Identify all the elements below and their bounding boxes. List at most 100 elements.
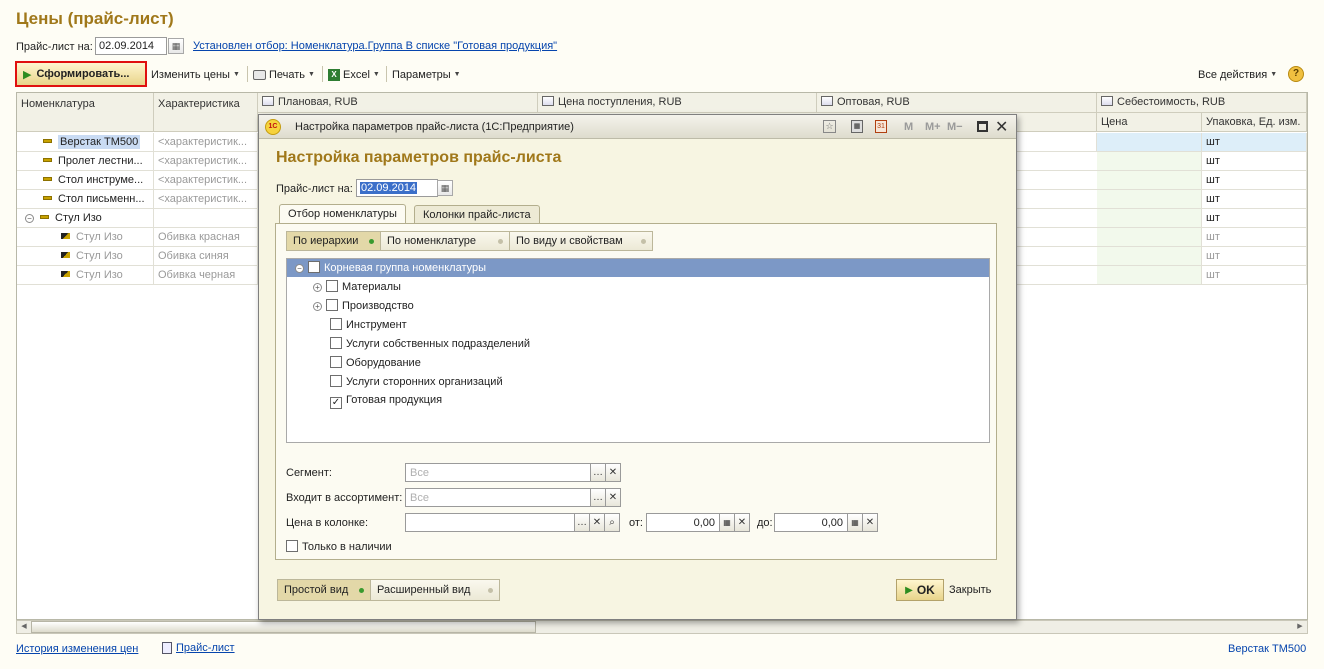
header-package[interactable]: Упаковка, Ед. изм.: [1202, 113, 1307, 132]
close-button[interactable]: Закрыть: [949, 584, 991, 596]
memory-m-button[interactable]: M: [904, 121, 913, 133]
checkbox[interactable]: [308, 261, 320, 273]
cell-nomenclature: Стул Изо: [17, 247, 154, 265]
ok-button[interactable]: ▶ OK: [896, 579, 944, 601]
header-characteristic[interactable]: Характеристика: [154, 93, 258, 132]
assortment-select-button[interactable]: …: [590, 488, 606, 507]
tree-item-production[interactable]: + Производство: [313, 299, 414, 312]
tree-item-finished-goods[interactable]: ✓ Готовая продукция: [330, 394, 442, 409]
tree-item-label: Услуги сторонних организаций: [346, 376, 503, 388]
memory-mminus-button[interactable]: M−: [947, 121, 963, 133]
settings-dialog[interactable]: 1С Настройка параметров прайс-листа (1С:…: [258, 114, 1017, 620]
change-prices-button[interactable]: Изменить цены ▼: [151, 66, 240, 83]
calculator-icon[interactable]: ▦: [847, 513, 863, 532]
cell-package: шт: [1202, 152, 1307, 170]
calendar-icon[interactable]: ▦: [437, 180, 453, 196]
clear-icon[interactable]: ✕: [862, 513, 878, 532]
params-button[interactable]: Параметры ▼: [392, 66, 461, 83]
checkbox[interactable]: [330, 375, 342, 387]
header-wholesale[interactable]: Оптовая, RUB: [817, 93, 1097, 113]
price-column-input[interactable]: [405, 513, 575, 532]
clear-icon[interactable]: ✕: [605, 463, 621, 482]
calendar-icon[interactable]: 31: [875, 120, 887, 133]
cell-characteristic: <характеристик...: [154, 133, 258, 151]
print-label: Печать: [269, 68, 306, 81]
header-planned[interactable]: Плановая, RUB: [258, 93, 538, 113]
pricelist-date-input[interactable]: 02.09.2014: [95, 37, 167, 55]
checkbox[interactable]: [330, 337, 342, 349]
memory-mplus-button[interactable]: M+: [925, 121, 941, 133]
filter-link[interactable]: Установлен отбор: Номенклатура.Группа В …: [193, 40, 557, 52]
tab-pricelist-columns[interactable]: Колонки прайс-листа: [414, 205, 540, 224]
clear-icon[interactable]: ✕: [734, 513, 750, 532]
header-cost-label: Себестоимость, RUB: [1117, 96, 1226, 108]
calculator-icon[interactable]: ▦: [851, 120, 863, 133]
tree-item-external-services[interactable]: Услуги сторонних организаций: [330, 375, 503, 388]
extended-view-button[interactable]: Расширенный вид: [370, 579, 500, 601]
checkbox[interactable]: [326, 280, 338, 292]
tree-item-materials[interactable]: + Материалы: [313, 280, 401, 293]
search-icon[interactable]: ⌕: [604, 513, 620, 532]
maximize-icon[interactable]: [977, 121, 988, 132]
favorite-icon[interactable]: ☆: [823, 120, 836, 133]
product-icon: [40, 215, 49, 219]
dropdown-caret-icon: ▼: [232, 71, 240, 78]
dialog-date-label: Прайс-лист на:: [276, 183, 353, 195]
calculator-icon[interactable]: ▦: [719, 513, 735, 532]
dialog-date-input[interactable]: 02.09.2014: [356, 179, 438, 197]
help-icon[interactable]: ?: [1288, 66, 1304, 82]
price-type-icon: [262, 96, 274, 106]
only-available-checkbox[interactable]: Только в наличии: [286, 540, 392, 553]
tree-root[interactable]: − Корневая группа номенклатуры: [295, 261, 486, 274]
printer-icon: [253, 69, 266, 80]
clear-icon[interactable]: ✕: [589, 513, 605, 532]
assortment-input[interactable]: Все: [405, 488, 591, 507]
header-nomenclature[interactable]: Номенклатура: [17, 93, 154, 132]
checkbox[interactable]: [330, 356, 342, 368]
price-to-input[interactable]: 0,00: [774, 513, 848, 532]
checkbox[interactable]: [326, 299, 338, 311]
cell-characteristic: <характеристик...: [154, 152, 258, 170]
scroll-right-icon[interactable]: ▶: [1293, 621, 1307, 633]
segment-input[interactable]: Все: [405, 463, 591, 482]
checkbox[interactable]: [330, 318, 342, 330]
expand-icon[interactable]: +: [313, 302, 322, 311]
excel-button[interactable]: X Excel ▼: [328, 66, 380, 83]
close-icon[interactable]: ✕: [995, 117, 1008, 137]
pricelist-footer-link[interactable]: Прайс-лист: [162, 642, 235, 654]
expand-icon[interactable]: +: [313, 283, 322, 292]
horizontal-scrollbar[interactable]: ◀ ▶: [16, 620, 1308, 634]
scroll-thumb[interactable]: [31, 621, 536, 633]
print-button[interactable]: Печать ▼: [253, 66, 315, 83]
calendar-icon[interactable]: ▦: [168, 38, 184, 54]
header-cost[interactable]: Себестоимость, RUB: [1097, 93, 1307, 113]
tree-item-equipment[interactable]: Оборудование: [330, 356, 421, 369]
group-tree[interactable]: − Корневая группа номенклатуры + Материалы…: [286, 258, 990, 443]
header-receipt[interactable]: Цена поступления, RUB: [538, 93, 817, 113]
to-label: до:: [757, 517, 773, 529]
scroll-left-icon[interactable]: ◀: [17, 621, 31, 633]
segment-select-button[interactable]: …: [590, 463, 606, 482]
cell-price: [1097, 266, 1202, 284]
mode-by-hierarchy[interactable]: По иерархии: [286, 231, 381, 251]
dialog-titlebar[interactable]: 1С Настройка параметров прайс-листа (1С:…: [259, 115, 1016, 139]
pricelist-link-label: Прайс-лист: [176, 642, 235, 654]
clear-icon[interactable]: ✕: [605, 488, 621, 507]
tree-item-own-services[interactable]: Услуги собственных подразделений: [330, 337, 530, 350]
price-column-select-button[interactable]: …: [574, 513, 590, 532]
all-actions-button[interactable]: Все действия ▼: [1198, 66, 1277, 83]
checkbox[interactable]: [286, 540, 298, 552]
header-price[interactable]: Цена: [1097, 113, 1202, 132]
collapse-icon[interactable]: −: [295, 264, 304, 273]
checkbox-checked[interactable]: ✓: [330, 397, 342, 409]
price-from-input[interactable]: 0,00: [646, 513, 720, 532]
mode-by-kind-properties[interactable]: По виду и свойствам: [509, 231, 653, 251]
simple-view-button[interactable]: Простой вид: [277, 579, 371, 601]
cell-nomenclature: Пролет лестни...: [17, 152, 154, 170]
tab-nomenclature-filter[interactable]: Отбор номенклатуры: [279, 204, 406, 225]
form-button[interactable]: ▶ Сформировать...: [15, 61, 147, 87]
collapse-icon[interactable]: −: [25, 214, 34, 223]
tree-item-tools[interactable]: Инструмент: [330, 318, 407, 331]
mode-by-nomenclature[interactable]: По номенклатуре: [380, 231, 510, 251]
history-link[interactable]: История изменения цен: [16, 643, 138, 655]
